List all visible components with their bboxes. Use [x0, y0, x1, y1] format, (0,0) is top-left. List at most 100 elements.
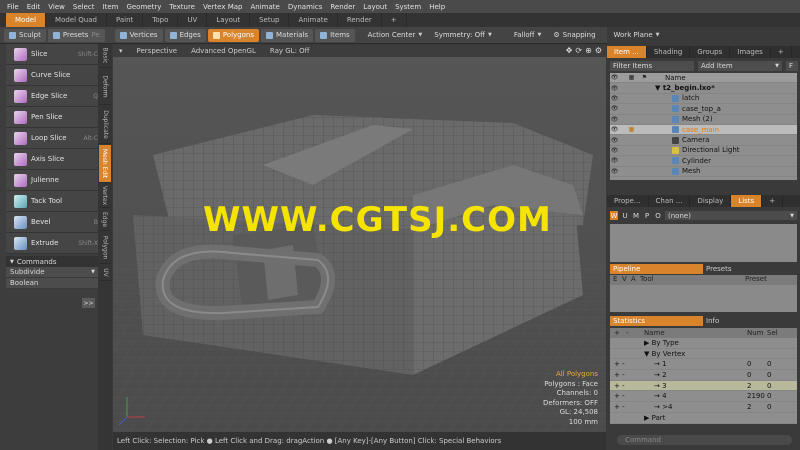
tab-info[interactable]: Info	[703, 316, 796, 326]
commands-header[interactable]: ▼ Commands	[6, 256, 98, 267]
pick-map-button[interactable]: P	[643, 211, 651, 220]
stats-row[interactable]: ▼ By Vertex	[610, 349, 797, 360]
pen-slice-tool[interactable]: Pen Slice	[6, 107, 98, 128]
tab-uv[interactable]: UV	[178, 13, 208, 27]
perspective-dropdown[interactable]: Perspective	[137, 47, 178, 55]
tree-item[interactable]: 👁 latch	[610, 94, 797, 105]
tree-item[interactable]: 👁 Cylinder	[610, 156, 797, 167]
presets-button[interactable]: Presets Pe	[47, 28, 105, 42]
tab-render[interactable]: Render	[338, 13, 382, 27]
tree-item[interactable]: 👁 Directional Light	[610, 146, 797, 157]
action-center-dropdown[interactable]: Action Center ▼	[363, 29, 428, 42]
visibility-eye-icon[interactable]: 👁	[610, 168, 619, 175]
falloff-dropdown[interactable]: Falloff ▼	[509, 29, 547, 42]
filter-f-button[interactable]: F	[786, 60, 798, 71]
rotate-view-icon[interactable]: ⟳	[575, 46, 582, 55]
vtab-polygon[interactable]: Polygon	[99, 232, 111, 264]
menu-system[interactable]: System	[391, 3, 425, 11]
tab-model-quad[interactable]: Model Quad	[46, 13, 107, 27]
shading-dropdown[interactable]: Advanced OpenGL	[191, 47, 256, 55]
tab-images[interactable]: Images	[730, 46, 771, 58]
tab-pipeline[interactable]: Pipeline	[610, 264, 703, 274]
stats-row[interactable]: + - → >4 2 0	[610, 402, 797, 413]
menu-select[interactable]: Select	[69, 3, 99, 11]
tab-presets[interactable]: Presets	[703, 264, 796, 274]
vtab-vertex[interactable]: Vertex	[99, 184, 111, 208]
menu-file[interactable]: File	[3, 3, 23, 11]
stats-row[interactable]: ▶ By Type	[610, 338, 797, 349]
command-input[interactable]: Command	[617, 435, 792, 445]
tab-statistics[interactable]: Statistics	[610, 316, 703, 326]
menu-layout[interactable]: Layout	[359, 3, 391, 11]
other-map-button[interactable]: O	[654, 211, 662, 220]
3d-viewport[interactable]: ▾ Perspective Advanced OpenGL Ray GL: Of…	[113, 45, 606, 432]
stats-row-highlighted[interactable]: + - → 320	[610, 380, 797, 392]
boolean-command[interactable]: Boolean	[6, 278, 98, 289]
menu-texture[interactable]: Texture	[165, 3, 199, 11]
work-plane-dropdown[interactable]: Work Plane ▼	[609, 29, 665, 42]
tab-animate[interactable]: Animate	[289, 13, 338, 27]
tab-channels[interactable]: Chan ...	[649, 195, 691, 207]
visibility-eye-icon[interactable]: 👁	[610, 85, 619, 92]
tab-add-panel[interactable]: +	[771, 46, 792, 58]
tab-properties[interactable]: Prope...	[607, 195, 649, 207]
visibility-eye-icon[interactable]: 👁	[610, 126, 619, 133]
morph-map-button[interactable]: M	[632, 211, 640, 220]
menu-animate[interactable]: Animate	[246, 3, 283, 11]
stats-row[interactable]: + - → 4 2190 0	[610, 391, 797, 403]
subdivide-dropdown[interactable]: Subdivide ▼	[6, 267, 98, 278]
tab-shading[interactable]: Shading	[647, 46, 691, 58]
tab-item-list[interactable]: Item ...	[607, 46, 647, 58]
vtab-uv[interactable]: UV	[99, 265, 111, 281]
stats-row[interactable]: ▶ Part	[610, 413, 797, 424]
uv-map-button[interactable]: U	[621, 211, 629, 220]
move-view-icon[interactable]: ✥	[566, 46, 573, 55]
edges-mode-button[interactable]: Edges	[164, 28, 206, 42]
visibility-eye-icon[interactable]: 👁	[610, 147, 619, 154]
tab-add[interactable]: +	[382, 13, 407, 27]
tree-item[interactable]: 👁 case_top_a	[610, 104, 797, 115]
visibility-eye-icon[interactable]: 👁	[610, 137, 619, 144]
zoom-view-icon[interactable]: ⊕	[585, 46, 592, 55]
stats-row[interactable]: + - → 200	[610, 370, 797, 381]
more-commands-button[interactable]: >>	[82, 298, 95, 308]
vertices-mode-button[interactable]: Vertices	[114, 28, 163, 42]
edge-slice-tool[interactable]: Edge Slice Q	[6, 86, 98, 107]
visibility-eye-icon[interactable]: 👁	[610, 116, 619, 123]
filter-items-input[interactable]: Filter Items	[610, 60, 694, 71]
tab-display[interactable]: Display	[690, 195, 732, 207]
tree-item[interactable]: 👁 ▼ t2_begin.lxo*	[610, 83, 797, 94]
menu-geometry[interactable]: Geometry	[122, 3, 165, 11]
vtab-edge[interactable]: Edge	[99, 209, 111, 231]
tab-paint[interactable]: Paint	[107, 13, 144, 27]
sculpt-button[interactable]: Sculpt	[4, 28, 46, 42]
settings-icon[interactable]: ⚙	[595, 46, 602, 55]
menu-view[interactable]: View	[44, 3, 69, 11]
curve-slice-tool[interactable]: Curve Slice	[6, 65, 98, 86]
menu-help[interactable]: Help	[425, 3, 449, 11]
slice-tool[interactable]: Slice Shift-C	[6, 44, 98, 65]
menu-item[interactable]: Item	[99, 3, 123, 11]
tab-setup[interactable]: Setup	[250, 13, 290, 27]
tab-topo[interactable]: Topo	[143, 13, 179, 27]
stats-row[interactable]: + - → 100	[610, 359, 797, 371]
viewport-options-icon[interactable]: ▾	[119, 47, 123, 55]
extrude-tool[interactable]: Extrude Shift-X	[6, 233, 98, 254]
tab-add-prop[interactable]: +	[762, 195, 784, 207]
menu-vertex-map[interactable]: Vertex Map	[199, 3, 247, 11]
vtab-basic[interactable]: Basic	[99, 44, 111, 68]
vtab-mesh-edit[interactable]: Mesh Edit	[99, 145, 111, 183]
vtab-deform[interactable]: Deform	[99, 69, 111, 105]
tab-layout[interactable]: Layout	[207, 13, 251, 27]
snapping-toggle[interactable]: ⚙ Snapping	[548, 29, 600, 42]
julienne-tool[interactable]: Julienne	[6, 170, 98, 191]
menu-edit[interactable]: Edit	[23, 3, 45, 11]
menu-dynamics[interactable]: Dynamics	[284, 3, 327, 11]
tab-model[interactable]: Model	[6, 13, 47, 27]
vertex-map-dropdown[interactable]: (none) ▼	[665, 211, 797, 220]
polygons-mode-button[interactable]: Polygons	[207, 28, 259, 42]
tree-item[interactable]: 👁 Camera	[610, 135, 797, 146]
visibility-eye-icon[interactable]: 👁	[610, 157, 619, 164]
raygl-toggle[interactable]: Ray GL: Off	[270, 47, 310, 55]
tab-lists[interactable]: Lists	[731, 195, 763, 207]
